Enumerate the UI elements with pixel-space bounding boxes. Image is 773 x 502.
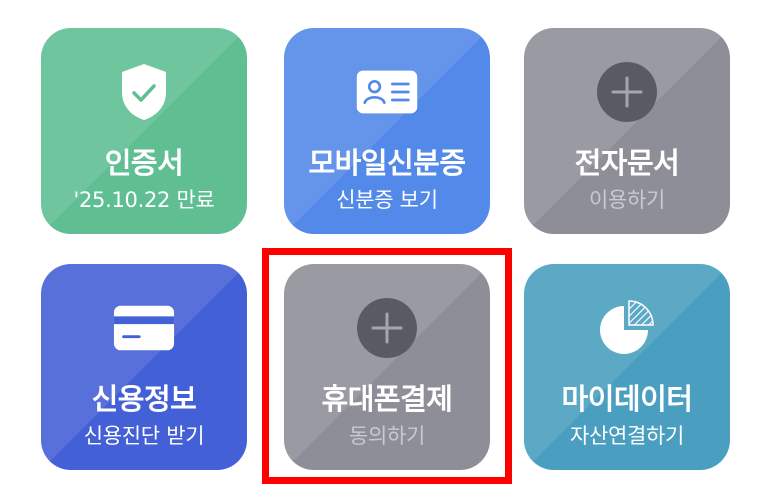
tile-subtitle: 자산연결하기 xyxy=(569,424,685,448)
tile-phone-payment[interactable]: 휴대폰결제 동의하기 xyxy=(284,264,490,470)
tile-title: 인증서 xyxy=(104,146,184,180)
id-card-icon xyxy=(355,60,419,124)
plus-circle-icon xyxy=(595,60,659,124)
tile-title: 모바일신분증 xyxy=(308,146,466,180)
tile-subtitle: 동의하기 xyxy=(348,424,426,448)
tile-subtitle: 신용진단 받기 xyxy=(83,424,205,448)
tile-subtitle: 신분증 보기 xyxy=(336,188,438,212)
tile-certificate[interactable]: 인증서 '25.10.22 만료 xyxy=(41,28,247,234)
tile-mobile-id[interactable]: 모바일신분증 신분증 보기 xyxy=(284,28,490,234)
plus-circle-icon xyxy=(355,296,419,360)
tile-title: 전자문서 xyxy=(574,146,680,180)
tile-credit-info[interactable]: 신용정보 신용진단 받기 xyxy=(41,264,247,470)
tile-e-document[interactable]: 전자문서 이용하기 xyxy=(524,28,730,234)
service-grid: 인증서 '25.10.22 만료 모바일신분증 신분증 보기 전자문서 이용하기… xyxy=(0,0,773,502)
credit-card-icon xyxy=(112,296,176,360)
pie-chart-icon xyxy=(595,296,659,360)
tile-title: 신용정보 xyxy=(91,382,197,416)
tile-subtitle: '25.10.22 만료 xyxy=(73,188,215,212)
tile-subtitle: 이용하기 xyxy=(588,188,666,212)
tile-mydata[interactable]: 마이데이터 자산연결하기 xyxy=(524,264,730,470)
tile-title: 휴대폰결제 xyxy=(321,382,453,416)
shield-check-icon xyxy=(112,60,176,124)
tile-title: 마이데이터 xyxy=(561,382,693,416)
